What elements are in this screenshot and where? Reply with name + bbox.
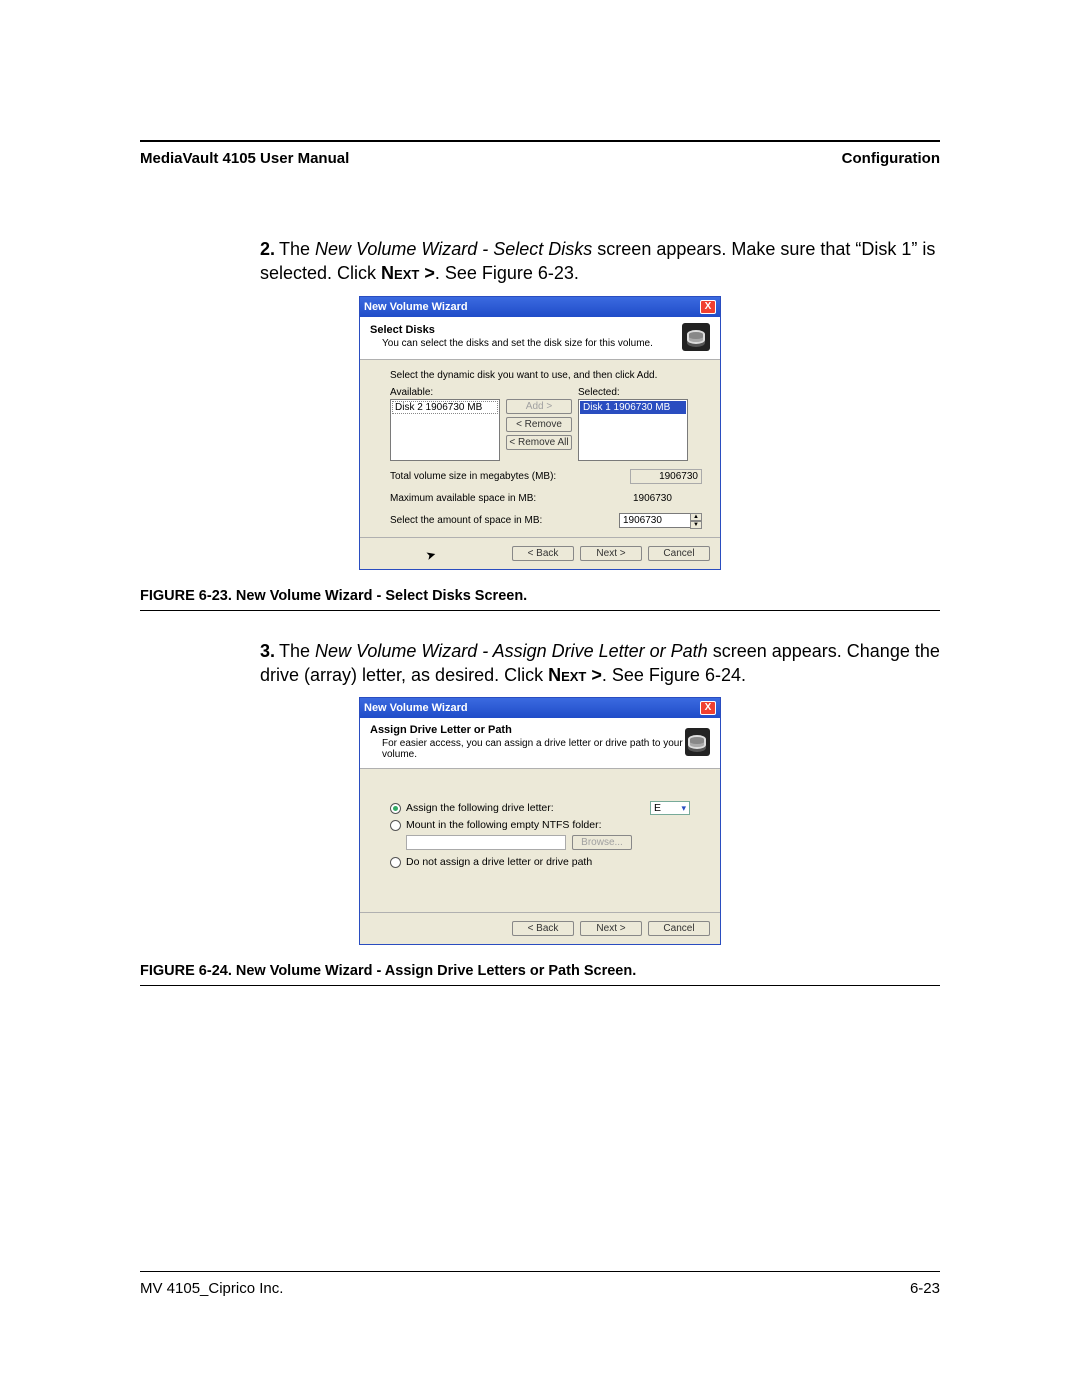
max-space-value: 1906730 [630,492,702,505]
available-disk-item[interactable]: Disk 2 1906730 MB [392,401,498,414]
figure-6-23-caption: FIGURE 6-23. New Volume Wizard - Select … [140,588,940,604]
next-button[interactable]: Next > [580,921,642,936]
dialog-header-title: Select Disks [370,324,653,336]
total-size-label: Total volume size in megabytes (MB): [390,471,556,482]
browse-button[interactable]: Browse... [572,835,632,850]
dialog-header-title: Assign Drive Letter or Path [370,724,685,736]
dialog-header: Select Disks You can select the disks an… [360,317,720,360]
header-left: MediaVault 4105 User Manual [140,150,349,167]
dialog-header-subtitle: You can select the disks and set the dis… [382,338,653,349]
select-disks-dialog: New Volume Wizard X Select Disks You can… [359,296,721,570]
step-3-text: 3.The New Volume Wizard - Assign Drive L… [260,639,940,688]
assign-drive-letter-dialog: New Volume Wizard X Assign Drive Letter … [359,697,721,945]
close-icon[interactable]: X [700,701,716,715]
instruction-text: Select the dynamic disk you want to use,… [390,370,702,381]
add-button[interactable]: Add > [506,399,572,414]
dialog-header: Assign Drive Letter or Path For easier a… [360,718,720,769]
disk-icon [685,728,710,756]
dialog-title: New Volume Wizard [364,301,468,313]
no-assign-radio[interactable] [390,857,401,868]
step-3-number: 3. [260,641,275,661]
back-button[interactable]: < Back [512,546,574,561]
footer-left: MV 4105_Ciprico Inc. [140,1280,283,1297]
mount-folder-radio[interactable] [390,820,401,831]
close-icon[interactable]: X [700,300,716,314]
selected-disk-item[interactable]: Disk 1 1906730 MB [580,401,686,414]
assign-letter-label: Assign the following drive letter: [406,802,645,814]
amount-space-input[interactable]: 1906730 [619,513,691,528]
disk-icon [682,323,710,351]
next-button[interactable]: Next > [580,546,642,561]
spinner-down-icon[interactable]: ▼ [690,521,702,529]
no-assign-label: Do not assign a drive letter or drive pa… [406,856,592,868]
dialog-title: New Volume Wizard [364,702,468,714]
section-divider [140,610,940,611]
header-right: Configuration [842,150,940,167]
spinner-buttons[interactable]: ▲ ▼ [690,513,702,529]
spinner-up-icon[interactable]: ▲ [690,513,702,521]
dialog-titlebar[interactable]: New Volume Wizard X [360,297,720,317]
ntfs-folder-input[interactable] [406,835,566,850]
footer-right: 6-23 [910,1280,940,1297]
figure-6-24-caption: FIGURE 6-24. New Volume Wizard - Assign … [140,963,940,979]
cancel-button[interactable]: Cancel [648,546,710,561]
drive-letter-select[interactable]: E ▾ [650,801,690,815]
page-header: MediaVault 4105 User Manual Configuratio… [140,150,940,167]
available-listbox[interactable]: Disk 2 1906730 MB [390,399,500,461]
dialog-header-subtitle: For easier access, you can assign a driv… [382,738,685,760]
remove-button[interactable]: < Remove [506,417,572,432]
max-space-label: Maximum available space in MB: [390,493,536,504]
mount-folder-label: Mount in the following empty NTFS folder… [406,819,602,831]
step-2-text: 2.The New Volume Wizard - Select Disks s… [260,237,940,286]
selected-listbox[interactable]: Disk 1 1906730 MB [578,399,688,461]
dialog-titlebar[interactable]: New Volume Wizard X [360,698,720,718]
selected-label: Selected: [578,387,688,398]
remove-all-button[interactable]: < Remove All [506,435,572,450]
back-button[interactable]: < Back [512,921,574,936]
amount-space-label: Select the amount of space in MB: [390,515,542,526]
assign-letter-radio[interactable] [390,803,401,814]
cancel-button[interactable]: Cancel [648,921,710,936]
cursor-icon: ➤ [424,547,438,564]
chevron-down-icon: ▾ [681,803,686,814]
available-label: Available: [390,387,500,398]
page-footer: MV 4105_Ciprico Inc. 6-23 [140,1271,940,1297]
header-rule [140,140,940,142]
section-divider [140,985,940,986]
total-size-value: 1906730 [630,469,702,484]
step-2-number: 2. [260,239,275,259]
